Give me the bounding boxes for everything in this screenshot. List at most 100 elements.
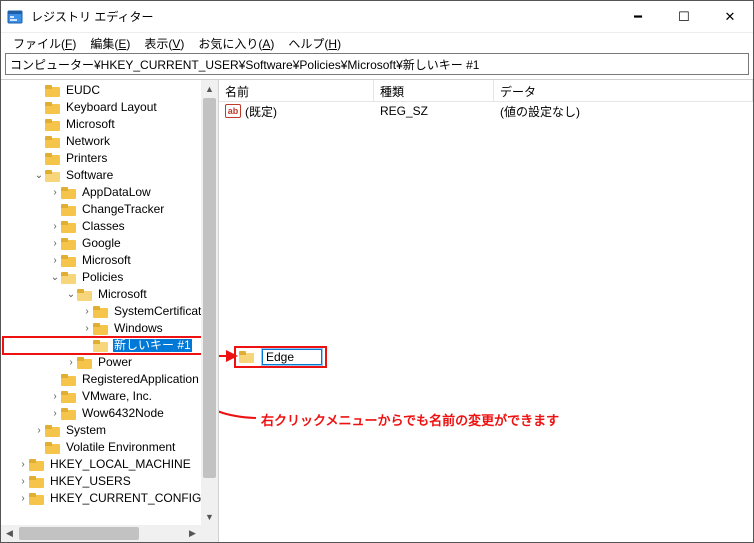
tree-item-label: Microsoft	[96, 286, 149, 303]
tree-item[interactable]: › Classes	[3, 218, 218, 235]
folder-icon	[45, 102, 60, 114]
tree-item-label: AppDataLow	[80, 184, 153, 201]
tree-item[interactable]: ›Network	[3, 133, 218, 150]
tree-item[interactable]: ⌄Software	[3, 167, 218, 184]
tree-item[interactable]: ›HKEY_CURRENT_CONFIG	[3, 490, 218, 507]
folder-icon	[45, 119, 60, 131]
tree-item-label: Printers	[64, 150, 109, 167]
tree-item[interactable]: ›SystemCertificat	[3, 303, 218, 320]
folder-icon	[93, 340, 108, 352]
menu-f[interactable]: ファイル(F)	[7, 33, 82, 54]
chevron-right-icon[interactable]: ›	[17, 473, 29, 490]
chevron-right-icon[interactable]: ›	[17, 456, 29, 473]
close-button[interactable]: ✕	[707, 1, 753, 32]
tree-item[interactable]: › AppDataLow	[3, 184, 218, 201]
chevron-right-icon: ›	[81, 337, 93, 354]
chevron-right-icon[interactable]: ›	[81, 303, 93, 320]
chevron-right-icon[interactable]: ›	[49, 235, 61, 252]
chevron-right-icon: ›	[33, 439, 45, 456]
tree-item[interactable]: › HKEY_USERS	[3, 473, 218, 490]
tree-item[interactable]: › Power	[3, 354, 218, 371]
tree-item[interactable]: ›Wow6432Node	[3, 405, 218, 422]
tree-item[interactable]: ⌄ Microsoft	[3, 286, 218, 303]
tree-item[interactable]: ›Microsoft	[3, 116, 218, 133]
minimize-button[interactable]: ━	[615, 1, 661, 32]
tree-item-label: Volatile Environment	[64, 439, 177, 456]
tree-item[interactable]: ›Microsoft	[3, 252, 218, 269]
folder-icon	[93, 323, 108, 335]
tree[interactable]: ›EUDC›Keyboard Layout›Microsoft›Network›…	[1, 80, 218, 509]
tree-item[interactable]: › EUDC	[3, 82, 218, 99]
menu-e[interactable]: 編集(E)	[84, 33, 136, 54]
tree-item-label: Windows	[112, 320, 165, 337]
chevron-right-icon[interactable]: ›	[49, 184, 61, 201]
folder-icon	[45, 425, 60, 437]
scroll-thumb[interactable]	[19, 527, 139, 540]
scroll-right-icon[interactable]: ▶	[184, 525, 201, 542]
app-icon	[7, 9, 23, 25]
folder-icon	[29, 459, 44, 471]
value-row[interactable]: ab(既定)REG_SZ(値の設定なし)	[219, 102, 753, 120]
tree-item-label: EUDC	[64, 82, 102, 99]
chevron-right-icon[interactable]: ›	[65, 354, 77, 371]
folder-icon	[93, 306, 108, 318]
chevron-right-icon[interactable]: ›	[81, 320, 93, 337]
chevron-right-icon[interactable]: ›	[49, 405, 61, 422]
chevron-down-icon[interactable]: ⌄	[65, 286, 77, 303]
folder-icon	[45, 136, 60, 148]
tree-item[interactable]: ›Keyboard Layout	[3, 99, 218, 116]
menu-v[interactable]: 表示(V)	[138, 33, 190, 54]
tree-item[interactable]: ›ChangeTracker	[3, 201, 218, 218]
scroll-down-icon[interactable]: ▼	[201, 508, 218, 525]
tree-item[interactable]: › Printers	[3, 150, 218, 167]
chevron-right-icon[interactable]: ›	[17, 490, 29, 507]
tree-item-label: RegisteredApplication	[80, 371, 201, 388]
values-pane: 名前 種類 データ ab(既定)REG_SZ(値の設定なし) 右クリックメニュー…	[219, 80, 753, 542]
tree-item-rename-field[interactable]: 新しいキー #1	[112, 338, 193, 353]
tree-pane: ›EUDC›Keyboard Layout›Microsoft›Network›…	[1, 80, 219, 542]
values-list[interactable]: ab(既定)REG_SZ(値の設定なし)	[219, 102, 753, 120]
tree-item-label: Power	[96, 354, 134, 371]
tree-scrollbar-horizontal[interactable]: ◀ ▶	[1, 525, 218, 542]
tree-item[interactable]: ›HKEY_LOCAL_MACHINE	[3, 456, 218, 473]
rename-input[interactable]	[262, 349, 322, 365]
tree-item-label: Classes	[80, 218, 127, 235]
chevron-right-icon: ›	[33, 82, 45, 99]
tree-item[interactable]: › RegisteredApplication	[3, 371, 218, 388]
tree-scrollbar-vertical[interactable]: ▲ ▼	[201, 80, 218, 542]
tree-item[interactable]: › 新しいキー #1	[3, 337, 218, 354]
chevron-right-icon[interactable]: ›	[49, 218, 61, 235]
address-bar[interactable]: コンピューター¥HKEY_CURRENT_USER¥Software¥Polic…	[5, 53, 749, 75]
tree-item[interactable]: › Google	[3, 235, 218, 252]
scroll-left-icon[interactable]: ◀	[1, 525, 18, 542]
tree-item[interactable]: ⌄Policies	[3, 269, 218, 286]
chevron-down-icon[interactable]: ⌄	[49, 269, 61, 286]
scroll-thumb[interactable]	[203, 98, 216, 478]
scroll-up-icon[interactable]: ▲	[201, 80, 218, 97]
maximize-button[interactable]: ☐	[661, 1, 707, 32]
chevron-down-icon[interactable]: ⌄	[33, 167, 45, 184]
col-name-header[interactable]: 名前	[219, 80, 374, 101]
chevron-right-icon[interactable]: ›	[49, 252, 61, 269]
tree-item-label: Network	[64, 133, 112, 150]
chevron-right-icon: ›	[49, 371, 61, 388]
col-data-header[interactable]: データ	[494, 80, 753, 101]
chevron-right-icon[interactable]: ›	[49, 388, 61, 405]
menu-h[interactable]: ヘルプ(H)	[282, 33, 347, 54]
tree-item-label: Google	[80, 235, 123, 252]
menu-a[interactable]: お気に入り(A)	[192, 33, 280, 54]
tree-item[interactable]: › Volatile Environment	[3, 439, 218, 456]
chevron-right-icon: ›	[33, 150, 45, 167]
value-type: REG_SZ	[374, 103, 494, 119]
tree-item-label: VMware, Inc.	[80, 388, 154, 405]
window-controls: ━ ☐ ✕	[615, 1, 753, 32]
tree-item[interactable]: › Windows	[3, 320, 218, 337]
folder-icon	[239, 351, 254, 363]
col-type-header[interactable]: 種類	[374, 80, 494, 101]
tree-item[interactable]: ›System	[3, 422, 218, 439]
chevron-right-icon[interactable]: ›	[33, 422, 45, 439]
tree-item-label: HKEY_USERS	[48, 473, 133, 490]
tree-item[interactable]: › VMware, Inc.	[3, 388, 218, 405]
folder-icon	[77, 289, 92, 301]
folder-icon	[77, 357, 92, 369]
